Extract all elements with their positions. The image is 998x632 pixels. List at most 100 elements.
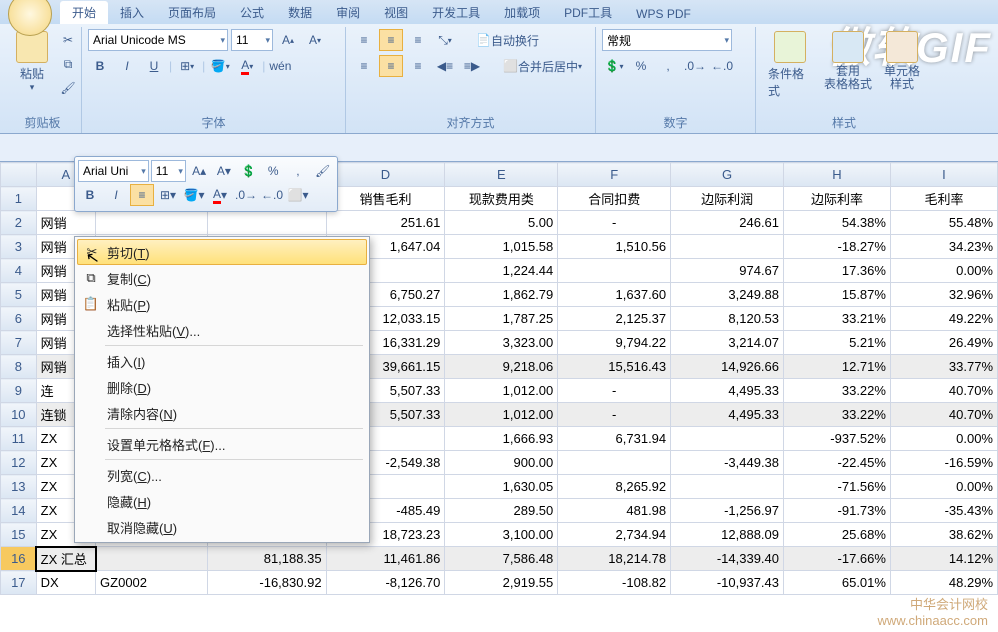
align-bottom-icon[interactable]: ≡ [406,29,430,51]
cell[interactable]: 2,125.37 [558,307,671,331]
cell[interactable]: 33.21% [784,307,891,331]
cell[interactable]: 33.22% [784,403,891,427]
grow-font-icon[interactable]: A▴ [276,29,300,51]
cell[interactable]: 49.22% [890,307,997,331]
col-header-H[interactable]: H [784,163,891,187]
cell[interactable]: 3,323.00 [445,331,558,355]
row-header[interactable]: 11 [1,427,37,451]
cell[interactable]: 4,495.33 [671,403,784,427]
cell[interactable]: 1,630.05 [445,475,558,499]
align-top-icon[interactable]: ≡ [352,29,376,51]
cell[interactable]: -14,339.40 [671,547,784,571]
cell[interactable]: 6,731.94 [558,427,671,451]
ctx-item-取消隐藏[interactable]: 取消隐藏(U) [77,514,367,540]
fill-color-button[interactable]: 🪣▾ [208,55,232,77]
cell[interactable]: 0.00% [890,427,997,451]
row-header[interactable]: 3 [1,235,37,259]
ctx-item-设置单元格格式[interactable]: 设置单元格格式(F)... [77,431,367,457]
row-header[interactable]: 2 [1,211,37,235]
cell[interactable]: -1,256.97 [671,499,784,523]
tab-插入[interactable]: 插入 [108,1,156,24]
row-header[interactable]: 8 [1,355,37,379]
cell[interactable]: 900.00 [445,451,558,475]
cell[interactable]: 40.70% [890,379,997,403]
paste-button[interactable]: 粘贴▾ [10,29,54,95]
mini-grow-font-icon[interactable]: A▴ [188,160,211,182]
currency-icon[interactable]: 💲▾ [602,55,626,77]
cell[interactable] [558,259,671,283]
copy-icon[interactable]: ⧉ [56,53,80,75]
cell[interactable]: 3,249.88 [671,283,784,307]
header-cell[interactable]: 合同扣费 [558,187,671,211]
col-header-F[interactable]: F [558,163,671,187]
row-header[interactable]: 1 [1,187,37,211]
cell[interactable]: 34.23% [890,235,997,259]
indent-inc-icon[interactable]: ≡▶ [460,55,484,77]
row-header[interactable]: 12 [1,451,37,475]
cell[interactable]: 4,495.33 [671,379,784,403]
mini-align-center-icon[interactable]: ≡ [130,184,154,206]
tab-开发工具[interactable]: 开发工具 [420,1,492,24]
align-middle-icon[interactable]: ≡ [379,29,403,51]
mini-font-combo[interactable]: Arial Uni [78,160,149,182]
cell[interactable]: 54.38% [784,211,891,235]
col-header-G[interactable]: G [671,163,784,187]
header-cell[interactable]: 边际利率 [784,187,891,211]
cell[interactable] [671,427,784,451]
header-cell[interactable]: 边际利润 [671,187,784,211]
select-all-corner[interactable] [1,163,37,187]
mini-size-combo[interactable]: 11 [151,160,186,182]
cell[interactable]: -3,449.38 [671,451,784,475]
cell[interactable]: -91.73% [784,499,891,523]
row-header[interactable]: 10 [1,403,37,427]
cell[interactable]: 1,666.93 [445,427,558,451]
mini-format-painter-icon[interactable]: 🖌 [311,160,334,182]
cell[interactable]: 38.62% [890,523,997,547]
ctx-item-剪切[interactable]: ✂剪切(T) [77,239,367,265]
cell[interactable]: 2,919.55 [445,571,558,595]
cell[interactable]: 12,888.09 [671,523,784,547]
font-name-combo[interactable]: Arial Unicode MS [88,29,228,51]
orientation-icon[interactable]: ⤡▾ [433,29,457,51]
tab-WPS PDF[interactable]: WPS PDF [624,4,703,24]
mini-dec-decimal-icon[interactable]: ←.0 [260,184,284,206]
row-header[interactable]: 14 [1,499,37,523]
tab-视图[interactable]: 视图 [372,1,420,24]
tab-加载项[interactable]: 加载项 [492,1,552,24]
mini-percent-icon[interactable]: % [262,160,285,182]
cell[interactable]: -16.59% [890,451,997,475]
cell[interactable]: 1,862.79 [445,283,558,307]
cell[interactable] [558,451,671,475]
number-format-combo[interactable]: 常规 [602,29,732,51]
ctx-item-清除内容[interactable]: 清除内容(N) [77,400,367,426]
row-header[interactable]: 6 [1,307,37,331]
cell[interactable]: 0.00% [890,259,997,283]
row-header[interactable]: 13 [1,475,37,499]
cell[interactable]: 33.77% [890,355,997,379]
cell[interactable]: -108.82 [558,571,671,595]
ctx-item-选择性粘贴[interactable]: 选择性粘贴(V)... [77,317,367,343]
cell[interactable]: 33.22% [784,379,891,403]
mini-inc-decimal-icon[interactable]: .0→ [234,184,258,206]
cell[interactable]: 0.00% [890,475,997,499]
cell[interactable]: 5.21% [784,331,891,355]
mini-fill-icon[interactable]: 🪣▾ [182,184,206,206]
mini-comma-icon[interactable]: , [287,160,310,182]
cell[interactable]: 9,218.06 [445,355,558,379]
cell[interactable] [96,547,208,571]
tab-数据[interactable]: 数据 [276,1,324,24]
cell[interactable]: 17.36% [784,259,891,283]
mini-font-color-icon[interactable]: A▾ [208,184,232,206]
dec-decimal-icon[interactable]: ←.0 [710,55,734,77]
cell[interactable]: 26.49% [890,331,997,355]
cell[interactable]: - [558,379,671,403]
cell[interactable]: 1,012.00 [445,379,558,403]
row-header[interactable]: 4 [1,259,37,283]
cell[interactable] [671,475,784,499]
row-header[interactable]: 15 [1,523,37,547]
cell[interactable]: 481.98 [558,499,671,523]
row-header[interactable]: 9 [1,379,37,403]
cell[interactable]: -8,126.70 [326,571,445,595]
cell[interactable]: 1,015.58 [445,235,558,259]
col-header-I[interactable]: I [890,163,997,187]
